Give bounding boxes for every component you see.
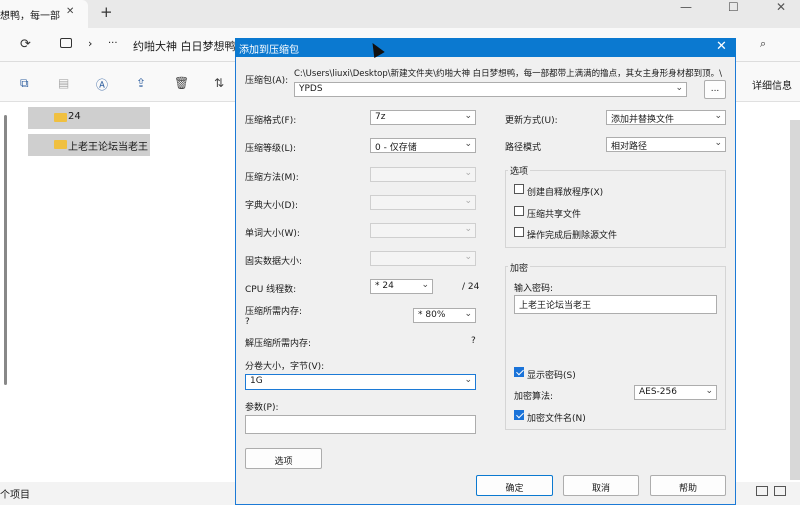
sfx-label: 创建自释放程序(X): [527, 188, 604, 198]
threads-max: / 24: [462, 282, 480, 292]
delete-source-checkbox[interactable]: [514, 227, 524, 237]
close-icon[interactable]: ✕: [716, 39, 727, 54]
solid-label: 固实数据大小:: [245, 257, 303, 267]
delete-icon[interactable]: 🗑: [174, 76, 189, 90]
share-icon[interactable]: ⇪: [136, 76, 146, 90]
method-select[interactable]: ⌄: [370, 167, 476, 182]
chevron-down-icon: ⌄: [464, 224, 472, 234]
options-group-title: 选项: [508, 164, 531, 177]
method-label: 压缩方法(M):: [245, 173, 299, 183]
refresh-icon[interactable]: ⟳: [20, 37, 31, 52]
item-count: 个项目: [0, 490, 30, 501]
more-icon[interactable]: ···: [108, 38, 118, 49]
browse-button[interactable]: ...: [704, 80, 726, 99]
sort-icon[interactable]: ⇅: [214, 76, 224, 90]
delete-source-label: 操作完成后删除源文件: [527, 231, 618, 241]
archive-label: 压缩包(A):: [245, 76, 289, 86]
memory-value: ?: [245, 317, 250, 327]
breadcrumb[interactable]: 约啪大神 白日梦想鸭: [133, 38, 236, 54]
dict-select[interactable]: ⌄: [370, 195, 476, 210]
volume-combo[interactable]: 1G ⌄: [245, 374, 476, 390]
folder-icon: [54, 140, 67, 149]
details-view-icon[interactable]: [756, 486, 768, 496]
encrypt-names-label: 加密文件名(N): [527, 414, 586, 424]
chevron-down-icon: ⌄: [714, 111, 722, 121]
chevron-down-icon: ⌄: [464, 168, 472, 178]
chevron-down-icon: ⌄: [464, 139, 472, 149]
tab-close-icon[interactable]: ✕: [66, 6, 74, 17]
encryption-group-title: 加密: [508, 261, 531, 274]
password-label: 输入密码:: [514, 284, 554, 294]
path-mode-select[interactable]: 相对路径 ⌄: [606, 137, 726, 152]
options-button[interactable]: 选项: [245, 448, 322, 469]
memory-select[interactable]: * 80% ⌄: [413, 308, 476, 323]
update-select[interactable]: 添加并替换文件 ⌄: [606, 110, 726, 125]
format-label: 压缩格式(F):: [245, 116, 297, 126]
help-button[interactable]: 帮助: [650, 475, 726, 496]
maximize-icon[interactable]: ☐: [728, 0, 739, 14]
chevron-down-icon: ⌄: [705, 386, 713, 396]
threads-select[interactable]: * 24 ⌄: [370, 279, 433, 294]
details-button[interactable]: 详细信息: [752, 77, 792, 92]
chevron-right-icon[interactable]: ›: [88, 37, 92, 50]
folder-icon: [54, 113, 67, 122]
archive-path: C:\Users\liuxi\Desktop\新建文件夹\约啪大神 白日梦想鸭，…: [294, 69, 723, 79]
folder-item[interactable]: 上老王论坛当老王: [28, 134, 150, 156]
word-label: 单词大小(W):: [245, 229, 300, 239]
decompress-memory-label: 解压缩所需内存:: [245, 339, 312, 349]
chevron-down-icon: ⌄: [421, 280, 429, 290]
level-label: 压缩等级(L):: [245, 144, 297, 154]
params-label: 参数(P):: [245, 403, 279, 413]
solid-select[interactable]: ⌄: [370, 251, 476, 266]
new-tab-icon[interactable]: +: [100, 3, 113, 21]
chevron-down-icon: ⌄: [714, 138, 722, 148]
show-password-checkbox[interactable]: [514, 367, 524, 377]
background-pane: [790, 120, 800, 480]
encryption-method-select[interactable]: AES-256 ⌄: [634, 385, 717, 400]
update-label: 更新方式(U):: [505, 116, 558, 126]
paste-icon[interactable]: ▤: [58, 76, 69, 90]
chevron-down-icon: ⌄: [464, 375, 472, 385]
params-input[interactable]: [245, 415, 476, 434]
explorer-tab[interactable]: 想鸭，每一部: [0, 0, 88, 28]
rename-icon[interactable]: Ⓐ: [96, 76, 108, 93]
volume-label: 分卷大小，字节(V):: [245, 362, 325, 372]
cancel-button[interactable]: 取消: [563, 475, 639, 496]
dialog-title: 添加到压缩包: [235, 38, 736, 57]
password-input[interactable]: 上老王论坛当老王: [514, 295, 717, 314]
path-mode-label: 路径模式: [505, 143, 542, 153]
shared-label: 压缩共享文件: [527, 210, 582, 220]
ok-button[interactable]: 确定: [476, 475, 553, 496]
chevron-down-icon: ⌄: [464, 309, 472, 319]
copy-icon[interactable]: ⧉: [20, 76, 29, 91]
archive-name-combo[interactable]: YPDS ⌄: [294, 82, 687, 97]
close-window-icon[interactable]: ✕: [776, 0, 786, 14]
monitor-icon[interactable]: [60, 38, 72, 48]
memory-label: 压缩所需内存:: [245, 307, 303, 317]
minimize-icon[interactable]: —: [680, 0, 692, 14]
chevron-down-icon: ⌄: [464, 111, 472, 121]
chevron-down-icon: ⌄: [464, 252, 472, 262]
threads-label: CPU 线程数:: [245, 285, 297, 295]
sfx-checkbox[interactable]: [514, 184, 524, 194]
folder-item[interactable]: 24: [28, 107, 150, 129]
tiles-view-icon[interactable]: [774, 486, 786, 496]
encrypt-names-checkbox[interactable]: [514, 410, 524, 420]
search-icon[interactable]: ⌕: [760, 37, 766, 51]
level-select[interactable]: 0 - 仅存储 ⌄: [370, 138, 476, 153]
chevron-down-icon: ⌄: [675, 83, 683, 93]
shared-checkbox[interactable]: [514, 206, 524, 216]
word-select[interactable]: ⌄: [370, 223, 476, 238]
chevron-down-icon: ⌄: [464, 196, 472, 206]
decompress-memory-value: ?: [471, 336, 476, 346]
scrollbar[interactable]: [4, 115, 7, 385]
dict-label: 字典大小(D):: [245, 201, 298, 211]
show-password-label: 显示密码(S): [527, 371, 576, 381]
encryption-method-label: 加密算法:: [514, 392, 554, 402]
format-select[interactable]: 7z ⌄: [370, 110, 476, 125]
